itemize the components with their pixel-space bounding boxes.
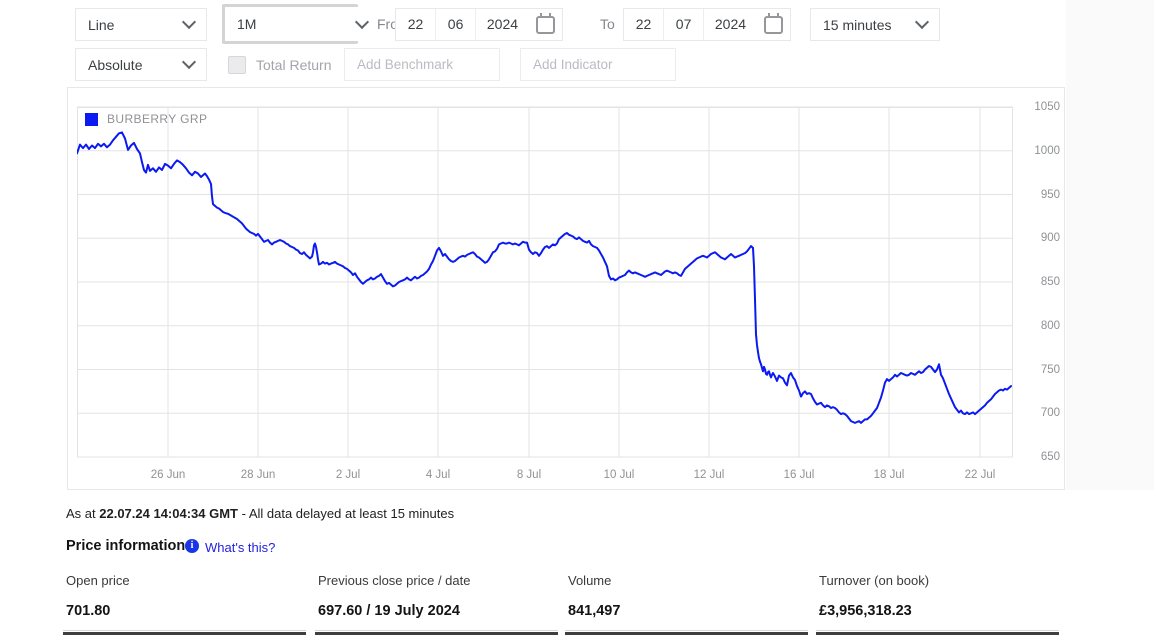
from-day-field[interactable]: 22 <box>396 9 435 40</box>
from-year-field[interactable]: 2024 <box>475 9 529 40</box>
add-benchmark-input[interactable] <box>344 48 500 81</box>
as-at-prefix: As at <box>66 506 99 521</box>
price-chart-panel: 1050 1000 950 900 850 800 750 700 650 26 Jun 28 J… <box>67 87 1065 490</box>
chart-type-select[interactable]: Line <box>75 8 207 41</box>
total-return-label: Total Return <box>256 57 331 73</box>
y-axis-tick: 1050 <box>1016 100 1060 114</box>
calendar-icon <box>764 16 783 34</box>
mode-select[interactable]: Absolute <box>75 48 207 81</box>
stat-value: 697.60 / 19 July 2024 <box>318 603 558 619</box>
stat-open-price: Open price 701.80 <box>63 565 306 631</box>
mode-value: Absolute <box>88 57 142 73</box>
x-axis-tick: 26 Jun <box>138 469 198 481</box>
from-calendar-button[interactable] <box>529 16 562 34</box>
page-background-strip <box>1066 0 1154 490</box>
x-axis-tick: 10 Jul <box>589 469 649 481</box>
x-axis-tick: 28 Jun <box>228 469 288 481</box>
price-chart-plot[interactable] <box>77 98 1013 460</box>
chevron-down-icon <box>915 15 929 29</box>
whats-this-link[interactable]: What's this? <box>205 540 275 555</box>
y-axis-tick: 950 <box>1016 188 1060 202</box>
stat-label: Previous close price / date <box>318 573 558 588</box>
y-axis-tick: 1000 <box>1016 144 1060 158</box>
from-month-field[interactable]: 06 <box>435 9 475 40</box>
stat-label: Turnover (on book) <box>819 573 1059 588</box>
x-axis-tick: 4 Jul <box>408 469 468 481</box>
range-select[interactable]: 1M <box>225 7 379 41</box>
y-axis-tick: 900 <box>1016 231 1060 245</box>
chart-legend: BURBERRY GRP <box>85 112 207 126</box>
x-axis-tick: 8 Jul <box>499 469 559 481</box>
total-return-checkbox[interactable] <box>228 56 246 74</box>
chevron-down-icon <box>182 15 196 29</box>
x-axis-tick: 16 Jul <box>769 469 829 481</box>
as-at-status: As at 22.07.24 14:04:34 GMT - All data d… <box>66 506 454 521</box>
stat-turnover: Turnover (on book) £3,956,318.23 <box>816 565 1059 631</box>
stat-previous-close: Previous close price / date 697.60 / 19 … <box>315 565 558 631</box>
stat-label: Volume <box>568 573 808 588</box>
as-at-timestamp: 22.07.24 14:04:34 GMT <box>99 506 238 521</box>
total-return-group: Total Return <box>228 48 331 81</box>
to-day-field[interactable]: 22 <box>624 9 663 40</box>
chevron-down-icon <box>182 55 196 69</box>
interval-value: 15 minutes <box>823 17 891 33</box>
y-axis-tick: 850 <box>1016 275 1060 289</box>
y-axis-tick: 800 <box>1016 319 1060 333</box>
add-indicator-input[interactable] <box>520 48 676 81</box>
chart-page: Line 1M From 22 06 2024 To 22 07 2024 15… <box>0 0 1154 635</box>
range-select-wrapper: 1M <box>222 4 358 44</box>
y-axis-tick: 650 <box>1016 450 1060 464</box>
to-label: To <box>600 8 615 41</box>
calendar-icon <box>536 16 555 34</box>
info-icon[interactable]: i <box>185 539 199 553</box>
to-month-field[interactable]: 07 <box>663 9 703 40</box>
x-axis-tick: 22 Jul <box>950 469 1010 481</box>
x-axis-tick: 12 Jul <box>679 469 739 481</box>
stat-label: Open price <box>66 573 306 588</box>
legend-swatch-icon <box>85 113 98 126</box>
chevron-down-icon <box>355 14 369 28</box>
stat-volume: Volume 841,497 <box>565 565 808 631</box>
y-axis-tick: 750 <box>1016 363 1060 377</box>
from-date-group: 22 06 2024 <box>395 8 563 41</box>
to-date-group: 22 07 2024 <box>623 8 791 41</box>
legend-series-name: BURBERRY GRP <box>107 112 207 126</box>
stat-value: 701.80 <box>66 603 306 619</box>
x-axis-tick: 18 Jul <box>859 469 919 481</box>
stat-value: £3,956,318.23 <box>819 603 1059 619</box>
chart-type-value: Line <box>88 17 114 33</box>
to-calendar-button[interactable] <box>757 16 790 34</box>
as-at-suffix: - All data delayed at least 15 minutes <box>238 506 454 521</box>
y-axis-tick: 700 <box>1016 406 1060 420</box>
interval-select[interactable]: 15 minutes <box>810 8 940 41</box>
price-information-title: Price information <box>66 538 185 554</box>
stat-value: 841,497 <box>568 603 808 619</box>
to-year-field[interactable]: 2024 <box>703 9 757 40</box>
x-axis-tick: 2 Jul <box>318 469 378 481</box>
range-value: 1M <box>237 16 256 32</box>
